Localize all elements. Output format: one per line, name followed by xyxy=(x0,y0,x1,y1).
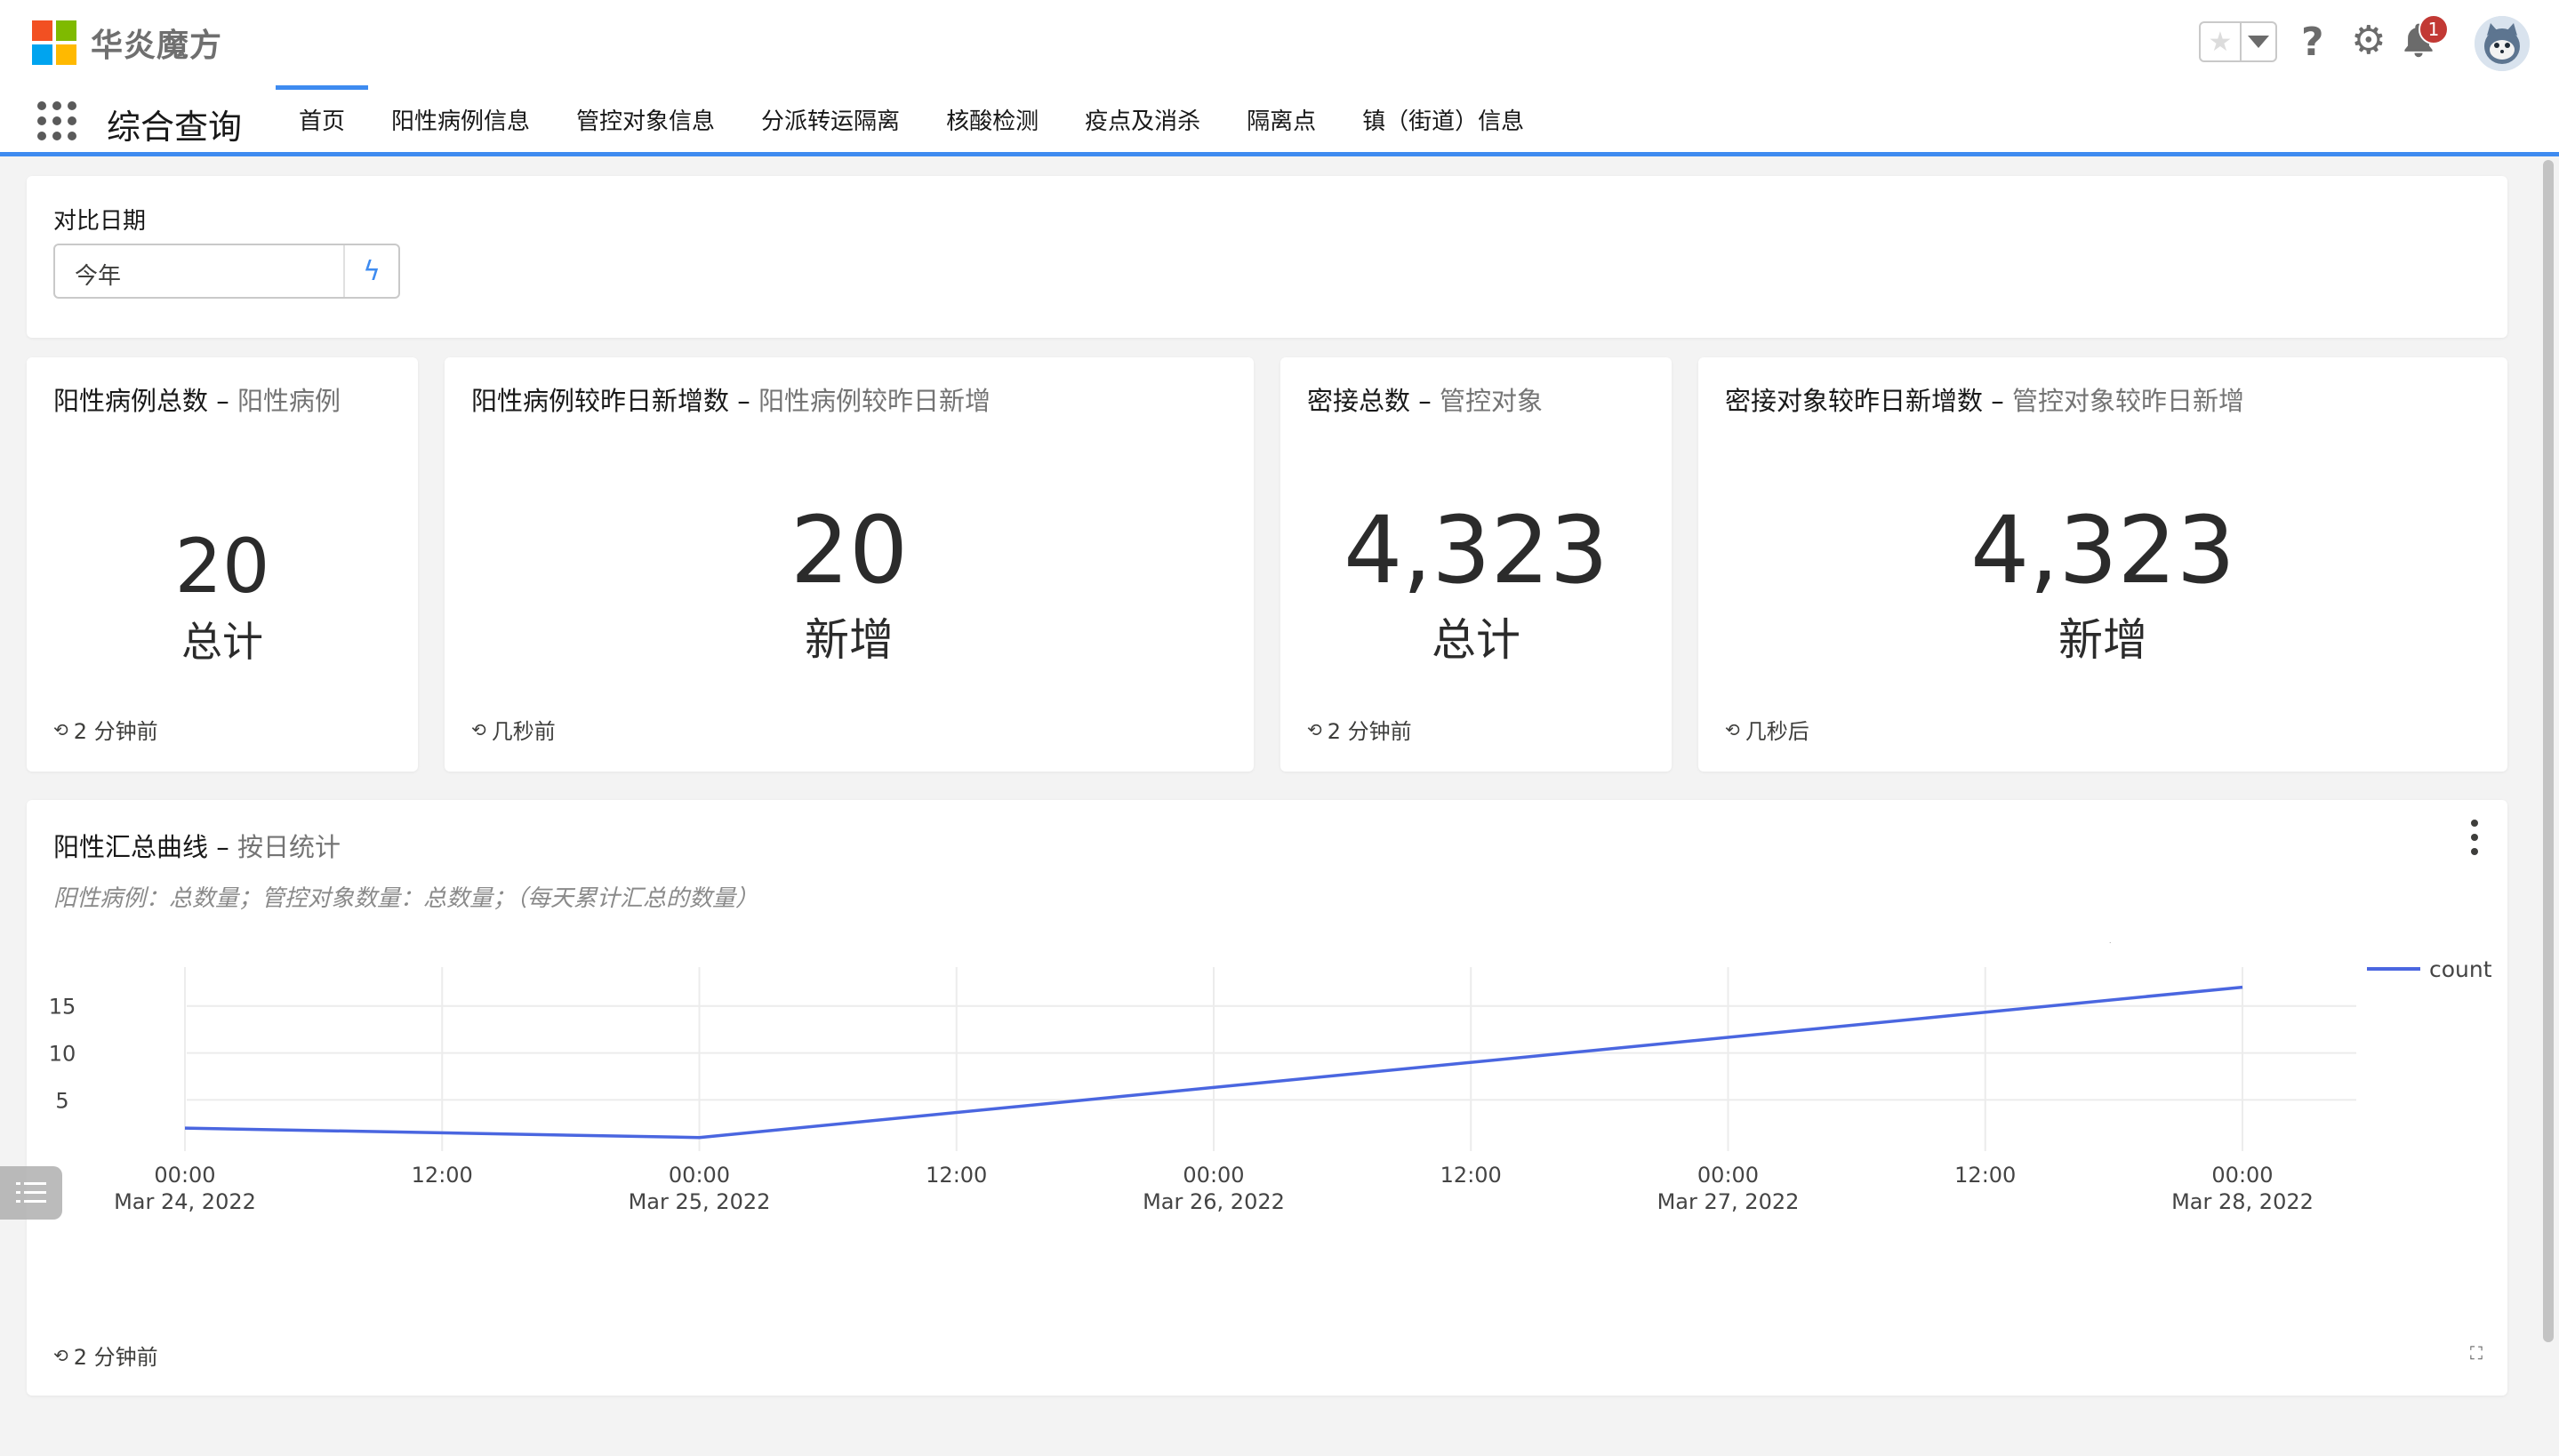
brand-name: 华炎魔方 xyxy=(91,28,223,64)
page-scrollbar[interactable] xyxy=(2538,156,2559,1456)
metric-updated-text: 2 分钟前 xyxy=(1327,719,1412,744)
metric-title: 阳性病例总数 – 阳性病例 xyxy=(53,386,341,416)
metric-title-source: 阳性病例较昨日新增 xyxy=(758,386,991,416)
metric-unit: 新增 xyxy=(2058,614,2147,666)
metric-title: 阳性病例较昨日新增数 – 阳性病例较昨日新增 xyxy=(471,386,991,416)
x-tick-date-label: Mar 24, 2022 xyxy=(114,1189,256,1214)
x-tick-label: 00:00 xyxy=(1183,1163,1244,1188)
gear-icon[interactable]: ⚙ xyxy=(2351,18,2386,63)
x-tick-date-label: Mar 27, 2022 xyxy=(1657,1189,1800,1214)
compare-date-select[interactable]: 今年 ϟ xyxy=(53,244,400,299)
history-icon: ⟲ xyxy=(53,1344,68,1366)
metric-title-source: 阳性病例 xyxy=(237,386,341,416)
metric-updated-text: 2 分钟前 xyxy=(73,719,158,744)
x-tick-label: 00:00 xyxy=(1697,1163,1759,1188)
tab-disinfection[interactable]: 疫点及消杀 xyxy=(1062,85,1223,153)
metric-title-main: 阳性病例总数 xyxy=(53,386,209,416)
star-icon[interactable]: ★ xyxy=(2201,23,2242,60)
expand-icon[interactable]: ⛶ xyxy=(2470,1342,2483,1364)
tab-isolation-sites[interactable]: 隔离点 xyxy=(1223,85,1339,153)
more-options-icon[interactable] xyxy=(2468,820,2481,855)
history-icon: ⟲ xyxy=(53,718,68,740)
metric-title: 密接总数 – 管控对象 xyxy=(1307,386,1543,416)
metric-unit: 总计 xyxy=(1432,614,1520,666)
x-tick-label: 12:00 xyxy=(1954,1163,2016,1188)
metric-card-positive-total: 阳性病例总数 – 阳性病例 20 总计 ⟲ 2 分钟前 xyxy=(27,357,418,772)
x-tick-label: 00:00 xyxy=(2211,1163,2273,1188)
positive-curve-card: 阳性汇总曲线 – 按日统计 阳性病例：总数量；管控对象数量：总数量；（每天累计汇… xyxy=(27,800,2507,1396)
metric-title-main: 阳性病例较昨日新增数 xyxy=(471,386,730,416)
x-tick-date-label: Mar 25, 2022 xyxy=(629,1189,771,1214)
y-tick-label: 5 xyxy=(55,1088,68,1113)
lightning-icon[interactable]: ϟ xyxy=(343,245,398,297)
notification-badge: 1 xyxy=(2419,14,2449,44)
metric-value: 20 xyxy=(790,496,909,604)
history-icon: ⟲ xyxy=(1307,718,1322,740)
favorites-control: ★ xyxy=(2199,21,2277,62)
metric-title: 密接对象较昨日新增数 – 管控对象较昨日新增 xyxy=(1725,386,2244,416)
y-tick-label: 10 xyxy=(49,1042,76,1067)
history-icon: ⟲ xyxy=(1725,718,1740,740)
chart-title: 阳性汇总曲线 – 按日统计 xyxy=(53,832,341,862)
tab-town-info[interactable]: 镇（街道）信息 xyxy=(1339,85,1547,153)
x-tick-label: 00:00 xyxy=(669,1163,730,1188)
compare-date-value: 今年 xyxy=(75,263,122,290)
metric-card-positive-new: 阳性病例较昨日新增数 – 阳性病例较昨日新增 20 新增 ⟲ 几秒前 xyxy=(445,357,1254,772)
metric-card-contacts-total: 密接总数 – 管控对象 4,323 总计 ⟲ 2 分钟前 xyxy=(1280,357,1672,772)
nav-tabs: 首页 阳性病例信息 管控对象信息 分派转运隔离 核酸检测 疫点及消杀 隔离点 镇… xyxy=(276,85,1547,153)
metric-value: 4,323 xyxy=(1344,496,1608,604)
metric-title-source: 管控对象 xyxy=(1439,386,1543,416)
list-toggle-icon[interactable] xyxy=(0,1166,62,1220)
x-tick-label: 12:00 xyxy=(412,1163,473,1188)
metric-title-source: 管控对象较昨日新增 xyxy=(2011,386,2244,416)
chevron-down-icon[interactable] xyxy=(2242,23,2275,60)
metric-updated-text: 几秒后 xyxy=(1745,719,1809,744)
tab-controlled-persons[interactable]: 管控对象信息 xyxy=(553,85,738,153)
tab-nucleic-testing[interactable]: 核酸检测 xyxy=(923,85,1062,153)
chart-title-source: 按日统计 xyxy=(237,832,341,862)
metric-value: 20 xyxy=(174,523,270,610)
metric-value: 4,323 xyxy=(1970,496,2235,604)
bell-icon[interactable]: 1 xyxy=(2399,14,2449,64)
x-tick-label: 00:00 xyxy=(154,1163,215,1188)
metric-updated: ⟲ 几秒前 xyxy=(471,714,556,745)
chart-updated-text: 2 分钟前 xyxy=(73,1345,158,1370)
chart-updated: ⟲ 2 分钟前 xyxy=(53,1340,158,1371)
legend-label: count xyxy=(2429,956,2492,982)
app-launcher-icon[interactable] xyxy=(37,101,76,140)
metric-updated: ⟲ 2 分钟前 xyxy=(1307,714,1412,745)
help-icon[interactable]: ? xyxy=(2301,20,2324,65)
x-tick-label: 12:00 xyxy=(926,1163,987,1188)
metric-unit: 新增 xyxy=(805,614,894,666)
compare-date-label: 对比日期 xyxy=(53,208,147,235)
x-tick-date-label: Mar 26, 2022 xyxy=(1143,1189,1285,1214)
app-navigation: 综合查询 首页 阳性病例信息 管控对象信息 分派转运隔离 核酸检测 疫点及消杀 … xyxy=(0,85,2559,153)
app-name: 综合查询 xyxy=(107,108,243,147)
chart-title-main: 阳性汇总曲线 xyxy=(53,832,209,862)
chart-description: 阳性病例：总数量；管控对象数量：总数量；（每天累计汇总的数量） xyxy=(53,885,759,912)
tab-positive-cases[interactable]: 阳性病例信息 xyxy=(368,85,553,153)
tab-transfer-isolation[interactable]: 分派转运隔离 xyxy=(738,85,923,153)
metric-updated-text: 几秒前 xyxy=(491,719,556,744)
line-chart: 00:00Mar 24, 202212:00 00:00Mar 25, 20221… xyxy=(49,942,2492,1214)
metric-card-contacts-new: 密接对象较昨日新增数 – 管控对象较昨日新增 4,323 新增 ⟲ 几秒后 xyxy=(1698,357,2507,772)
metric-title-main: 密接总数 xyxy=(1307,386,1411,416)
avatar[interactable] xyxy=(2475,16,2530,71)
scrollbar-thumb[interactable] xyxy=(2543,160,2554,1342)
y-tick-label: 15 xyxy=(49,995,76,1020)
global-header: 华炎魔方 ★ ? ⚙ 1 综合查询 首页 阳性病例信息 管控对象信息 分派转运隔… xyxy=(0,0,2559,156)
tab-home[interactable]: 首页 xyxy=(276,85,369,153)
history-icon: ⟲ xyxy=(471,718,486,740)
metric-updated: ⟲ 2 分钟前 xyxy=(53,714,158,745)
x-tick-date-label: Mar 28, 2022 xyxy=(2171,1189,2314,1214)
metric-updated: ⟲ 几秒后 xyxy=(1725,714,1809,745)
metric-title-main: 密接对象较昨日新增数 xyxy=(1725,386,1984,416)
filter-panel: 对比日期 今年 ϟ xyxy=(27,176,2507,338)
metric-unit: 总计 xyxy=(181,618,263,666)
brand-logo[interactable]: 华炎魔方 xyxy=(32,20,222,66)
x-tick-label: 12:00 xyxy=(1440,1163,1502,1188)
logo-mark-icon xyxy=(32,20,76,65)
